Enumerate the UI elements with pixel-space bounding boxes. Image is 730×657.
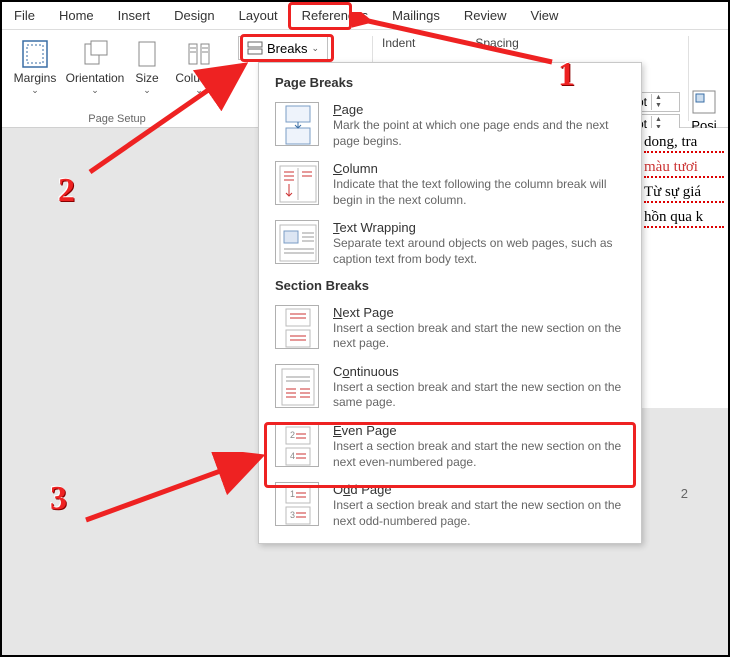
svg-text:3: 3	[290, 510, 295, 520]
page-break-icon	[275, 102, 319, 146]
annotation-3: 3	[50, 480, 67, 518]
down-arrow-icon[interactable]: ▼	[652, 102, 665, 110]
menu-bar: File Home Insert Design Layout Reference…	[2, 2, 728, 30]
column-break-icon	[275, 161, 319, 205]
columns-button[interactable]: Columns ⌄	[170, 34, 228, 96]
up-arrow-icon[interactable]: ▲	[652, 116, 665, 124]
up-arrow-icon[interactable]: ▲	[652, 94, 665, 102]
doc-text: hồn qua k	[644, 209, 724, 228]
size-icon	[131, 38, 163, 70]
breaks-dropdown: Page Breaks Page Mark the point at which…	[258, 62, 642, 544]
group-page-setup: Margins ⌄ Orientation ⌄ Size ⌄ Columns ⌄…	[2, 30, 232, 127]
orientation-button[interactable]: Orientation ⌄	[66, 34, 124, 96]
breaks-button[interactable]: Breaks ⌄	[238, 36, 328, 60]
page-setup-label: Page Setup	[88, 113, 146, 125]
break-text-wrapping[interactable]: Text Wrapping Separate text around objec…	[263, 214, 637, 273]
annotation-2: 2	[58, 172, 75, 210]
break-page[interactable]: Page Mark the point at which one page en…	[263, 96, 637, 155]
indent-label: Indent	[382, 36, 415, 50]
page-breaks-header: Page Breaks	[263, 71, 637, 96]
svg-text:1: 1	[290, 489, 295, 499]
tab-home[interactable]: Home	[47, 2, 106, 29]
doc-text: Từ sự giá	[644, 184, 724, 203]
continuous-icon	[275, 364, 319, 408]
svg-text:4: 4	[290, 451, 295, 461]
size-button[interactable]: Size ⌄	[126, 34, 168, 96]
indent-spacing-headers: Indent Spacing	[382, 36, 519, 50]
odd-page-icon: 13	[275, 482, 319, 526]
svg-text:2: 2	[290, 430, 295, 440]
spacing-label: Spacing	[475, 36, 518, 50]
section-breaks-header: Section Breaks	[263, 274, 637, 299]
tab-layout[interactable]: Layout	[227, 2, 290, 29]
orientation-icon	[79, 38, 111, 70]
tab-review[interactable]: Review	[452, 2, 519, 29]
position-icon	[688, 86, 720, 118]
tab-insert[interactable]: Insert	[106, 2, 163, 29]
position-button[interactable]: Posi	[684, 86, 724, 133]
margins-icon	[19, 38, 51, 70]
break-odd-page[interactable]: 13 Odd Page Insert a section break and s…	[263, 476, 637, 535]
break-continuous[interactable]: Continuous Insert a section break and st…	[263, 358, 637, 417]
text-wrapping-icon	[275, 220, 319, 264]
tab-view[interactable]: View	[518, 2, 570, 29]
break-column[interactable]: Column Indicate that the text following …	[263, 155, 637, 214]
page-number: 2	[681, 486, 688, 501]
chevron-down-icon: ⌄	[311, 43, 319, 54]
annotation-1: 1	[558, 56, 575, 94]
tab-design[interactable]: Design	[162, 2, 226, 29]
tab-file[interactable]: File	[2, 2, 47, 29]
next-page-icon	[275, 305, 319, 349]
doc-text: màu tươi	[644, 159, 724, 178]
document-area[interactable]: dong, tra màu tươi Từ sự giá hồn qua k	[640, 128, 728, 408]
arrow-3	[78, 452, 268, 532]
tab-mailings[interactable]: Mailings	[380, 2, 452, 29]
breaks-icon	[247, 40, 263, 56]
doc-text: dong, tra	[644, 134, 724, 153]
tab-references[interactable]: References	[290, 2, 380, 29]
even-page-icon: 24	[275, 423, 319, 467]
break-even-page[interactable]: 24 Even Page Insert a section break and …	[263, 417, 637, 476]
break-next-page[interactable]: Next Page Insert a section break and sta…	[263, 299, 637, 358]
columns-icon	[183, 38, 215, 70]
margins-button[interactable]: Margins ⌄	[6, 34, 64, 96]
